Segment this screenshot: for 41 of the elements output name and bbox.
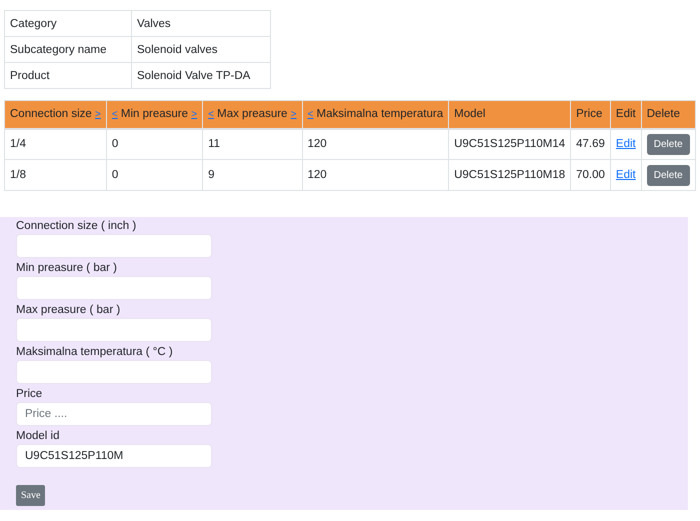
field-label: Max preasure ( bar ) xyxy=(16,303,122,317)
input-field[interactable] xyxy=(16,360,212,384)
input-field[interactable] xyxy=(16,234,212,258)
detail-label: Subcategory name xyxy=(4,36,132,62)
input-field[interactable] xyxy=(16,276,212,300)
detail-value: Valves xyxy=(132,10,270,36)
table-cell: 70.00 xyxy=(570,160,610,190)
table-cell: U9C51S125P110M14 xyxy=(448,128,571,160)
detail-label: Category xyxy=(4,10,132,36)
table-cell: 0 xyxy=(106,160,203,190)
field-label: Maksimalna temperatura ( °C ) xyxy=(16,345,174,359)
input-field[interactable]: Price .... xyxy=(16,402,212,426)
table-cell: U9C51S125P110M18 xyxy=(448,160,571,190)
input-field[interactable]: U9C51S125P110M xyxy=(16,444,212,468)
save-button[interactable]: Save xyxy=(16,485,46,506)
column-header: Delete xyxy=(641,100,696,128)
field-label: Model id xyxy=(16,429,60,443)
column-header: Max preasure xyxy=(217,108,288,120)
table-cell: 9 xyxy=(202,160,302,190)
detail-value: Solenoid valves xyxy=(132,36,270,62)
table-cell: 0 xyxy=(106,128,203,160)
table-cell: 120 xyxy=(302,128,449,160)
delete-button[interactable]: Delete xyxy=(646,134,690,155)
column-header: Edit xyxy=(610,100,642,128)
column-header: Min preasure xyxy=(120,108,188,120)
table-cell: 1/4 xyxy=(4,128,106,160)
column-header: Price xyxy=(570,100,610,128)
column-header: Maksimalna temperatura xyxy=(316,108,444,120)
detail-label: Product xyxy=(4,62,132,88)
delete-button[interactable]: Delete xyxy=(646,164,690,186)
field-label: Min preasure ( bar ) xyxy=(16,261,118,275)
column-header: Connection size xyxy=(10,108,92,120)
table-cell: 1/8 xyxy=(4,160,106,190)
field-label: Price xyxy=(16,387,44,401)
table-cell: 47.69 xyxy=(570,128,610,160)
detail-value: Solenoid Valve TP-DA xyxy=(132,62,270,88)
column-header: Model xyxy=(448,100,571,128)
input-field[interactable] xyxy=(16,318,212,342)
field-label: Connection size ( inch ) xyxy=(16,219,138,233)
table-cell: 120 xyxy=(302,160,449,190)
table-cell: 11 xyxy=(202,128,302,160)
